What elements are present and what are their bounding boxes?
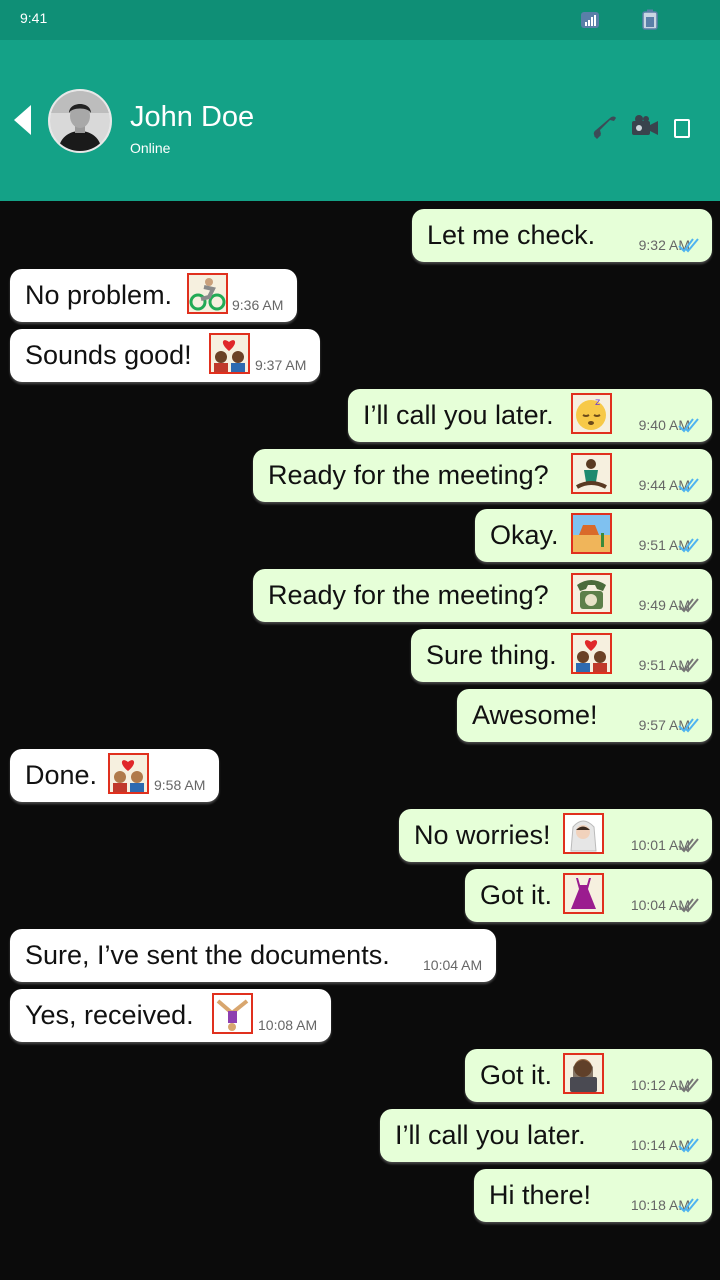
person-in-lotus-position-icon bbox=[571, 453, 612, 494]
dress-icon bbox=[563, 873, 604, 914]
couple-with-heart-icon bbox=[571, 633, 612, 674]
message-bubble[interactable]: Sounds good! 9:37 AM bbox=[10, 329, 320, 382]
message-bubble[interactable]: Let me check. 9:32 AM bbox=[412, 209, 712, 262]
message-bubble[interactable]: Sure, I’ve sent the documents. 10:04 AM bbox=[10, 929, 496, 982]
sleeping-face-icon: z bbox=[571, 393, 612, 434]
message-text: Sounds good! bbox=[25, 340, 192, 370]
chat-header: John Doe Online bbox=[0, 40, 720, 201]
status-time: 9:41 bbox=[20, 10, 48, 26]
message-text: I’ll call you later. bbox=[395, 1120, 586, 1150]
message-time: 9:58 AM bbox=[154, 777, 206, 793]
status-bar: 9:41 bbox=[0, 0, 720, 40]
message-bubble[interactable]: Awesome! 9:57 AM bbox=[457, 689, 712, 742]
check-icon bbox=[678, 838, 699, 853]
check-icon bbox=[678, 658, 699, 673]
message-text: Got it. bbox=[480, 1060, 553, 1090]
message-text: Ready for the meeting? bbox=[268, 460, 549, 490]
double-check-icon bbox=[678, 418, 699, 433]
message-time: 9:36 AM bbox=[232, 297, 284, 313]
message-text: Sure thing. bbox=[426, 640, 557, 670]
avatar[interactable] bbox=[48, 89, 112, 153]
message-bubble[interactable]: Ready for the meeting? 9:49 AM bbox=[253, 569, 712, 622]
technologist-icon bbox=[563, 1053, 604, 1094]
double-check-icon bbox=[678, 478, 699, 493]
message-text: Sure, I’ve sent the documents. bbox=[25, 940, 390, 970]
message-bubble[interactable]: Okay. 9:51 AM bbox=[475, 509, 712, 562]
message-bubble[interactable]: Yes, received. 10:08 AM bbox=[10, 989, 331, 1042]
check-icon bbox=[678, 598, 699, 613]
bride-with-veil-icon bbox=[563, 813, 604, 854]
message-bubble[interactable]: Hi there! 10:18 AM bbox=[474, 1169, 712, 1222]
message-bubble[interactable]: I’ll call you later. 10:14 AM bbox=[380, 1109, 712, 1162]
message-time: 10:08 AM bbox=[258, 1017, 318, 1033]
couple-with-heart-icon bbox=[209, 333, 250, 374]
svg-text:z: z bbox=[595, 397, 600, 408]
message-bubble[interactable]: Sure thing. 9:51 AM bbox=[411, 629, 712, 682]
double-check-icon bbox=[678, 1138, 699, 1153]
message-bubble[interactable]: Done. 9:58 AM bbox=[10, 749, 219, 802]
double-check-icon bbox=[678, 538, 699, 553]
couple-with-heart-icon bbox=[108, 753, 149, 794]
message-text: Yes, received. bbox=[25, 1000, 194, 1030]
check-icon bbox=[678, 1078, 699, 1093]
message-list: Let me check. 9:32 AM No problem. 9:36 A… bbox=[0, 201, 720, 1280]
double-check-icon bbox=[678, 1198, 699, 1213]
message-text: Got it. bbox=[480, 880, 553, 910]
message-text: I’ll call you later. bbox=[363, 400, 554, 430]
double-check-icon bbox=[678, 718, 699, 733]
message-time: 9:37 AM bbox=[255, 357, 307, 373]
signal-icon bbox=[581, 12, 599, 28]
message-text: Ready for the meeting? bbox=[268, 580, 549, 610]
battery-icon bbox=[642, 9, 658, 30]
message-text: Let me check. bbox=[427, 220, 596, 250]
message-text: No worries! bbox=[414, 820, 551, 850]
message-bubble[interactable]: Got it. 10:04 AM bbox=[465, 869, 712, 922]
message-text: Awesome! bbox=[472, 700, 598, 730]
message-bubble[interactable]: No problem. 9:36 AM bbox=[10, 269, 297, 322]
telephone-icon bbox=[571, 573, 612, 614]
message-bubble[interactable]: Got it. 10:12 AM bbox=[465, 1049, 712, 1102]
message-text: Done. bbox=[25, 760, 98, 790]
message-text: Okay. bbox=[490, 520, 559, 550]
double-check-icon bbox=[678, 238, 699, 253]
message-time: 10:04 AM bbox=[423, 957, 483, 973]
message-bubble[interactable]: Ready for the meeting? 9:44 AM bbox=[253, 449, 712, 502]
message-bubble[interactable]: I’ll call you later. z 9:40 AM bbox=[348, 389, 712, 442]
contact-presence: Online bbox=[130, 140, 171, 156]
message-text: No problem. bbox=[25, 280, 173, 310]
video-camera-icon[interactable] bbox=[630, 113, 660, 141]
check-icon bbox=[678, 898, 699, 913]
back-arrow-icon[interactable] bbox=[14, 105, 31, 135]
person-biking-icon bbox=[187, 273, 228, 314]
message-text: Hi there! bbox=[489, 1180, 592, 1210]
more-options-icon[interactable] bbox=[674, 119, 690, 138]
desert-icon bbox=[571, 513, 612, 554]
person-cartwheeling-icon bbox=[212, 993, 253, 1034]
contact-name[interactable]: John Doe bbox=[130, 101, 254, 134]
phone-icon[interactable] bbox=[590, 113, 620, 141]
message-bubble[interactable]: No worries! 10:01 AM bbox=[399, 809, 712, 862]
